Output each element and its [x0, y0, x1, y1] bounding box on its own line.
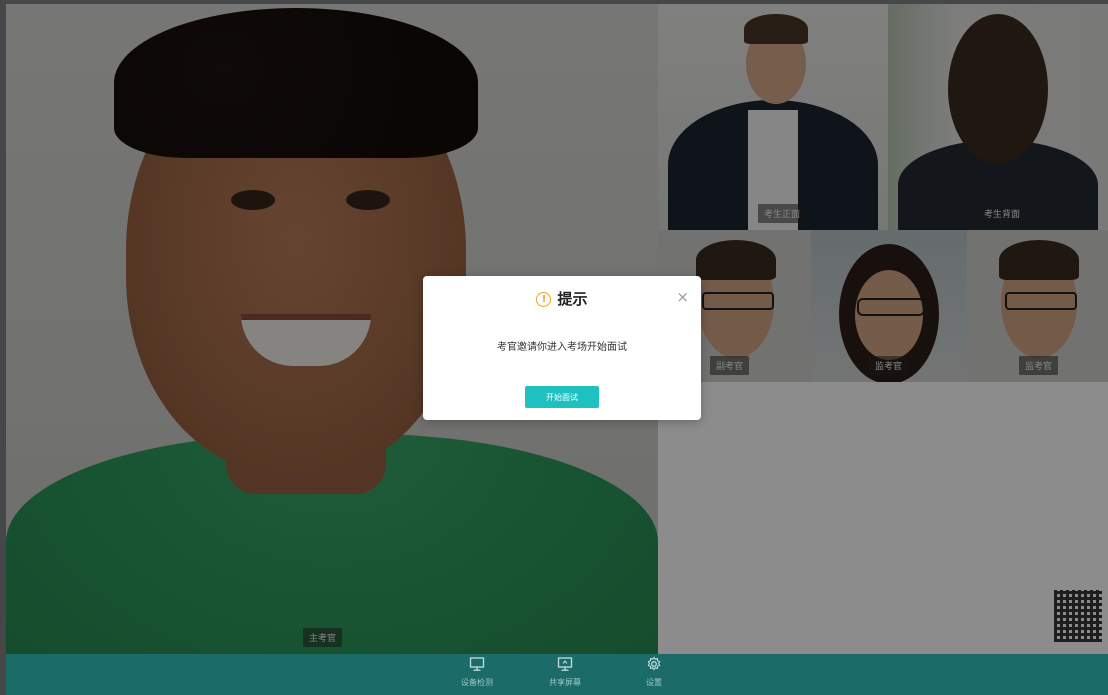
monitor-icon — [469, 657, 485, 671]
screen-share-icon — [557, 657, 573, 671]
gear-icon — [647, 656, 661, 671]
share-screen-button[interactable]: 共享屏幕 — [530, 656, 600, 688]
settings-button[interactable]: 设置 — [619, 656, 689, 688]
dialog-title-text: 提示 — [557, 290, 588, 308]
dialog-message: 考官邀请你进入考场开始面试 — [497, 342, 627, 353]
dialog-title: ! 提示 — [423, 288, 701, 309]
info-icon: ! — [536, 292, 552, 307]
toolbar-item-label: 共享屏幕 — [549, 678, 581, 687]
toolbar-item-label: 设备检测 — [461, 678, 493, 687]
toolbar-item-label: 设置 — [646, 678, 662, 687]
start-interview-button[interactable]: 开始面试 — [525, 386, 599, 408]
close-icon[interactable]: × — [676, 288, 689, 306]
prompt-dialog: ! 提示 × 考官邀请你进入考场开始面试 开始面试 — [423, 276, 701, 420]
bottom-toolbar: 设备检测 共享屏幕 设置 — [6, 654, 1108, 695]
device-check-button[interactable]: 设备检测 — [442, 656, 512, 688]
